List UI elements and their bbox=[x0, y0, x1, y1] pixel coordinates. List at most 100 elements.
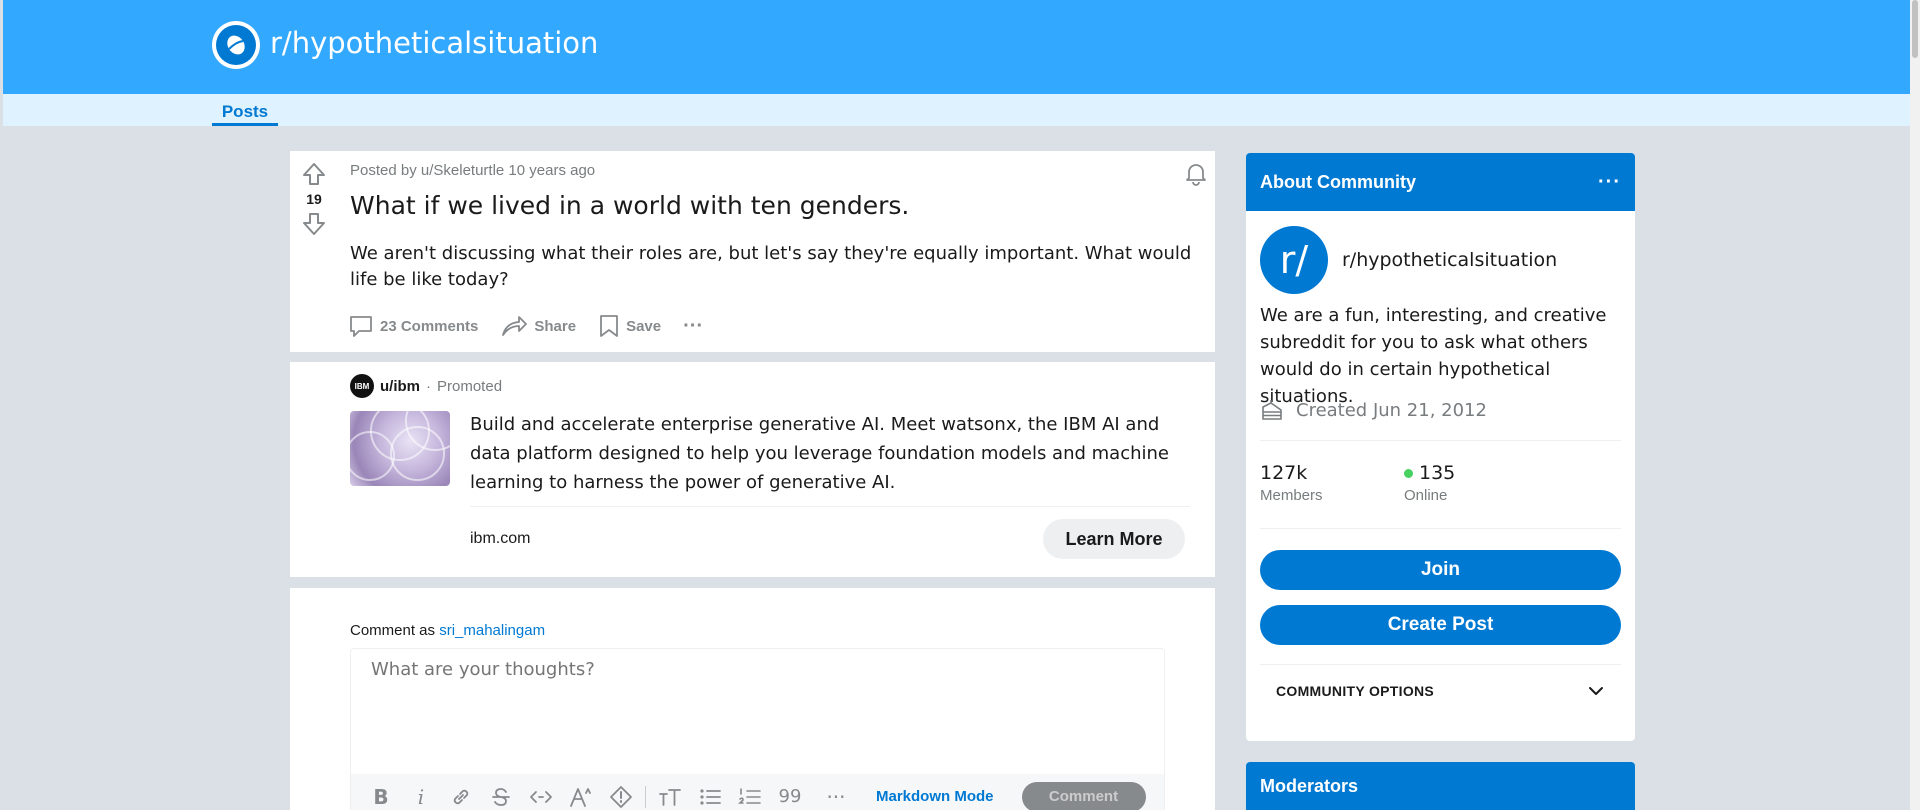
save-button[interactable]: Save bbox=[598, 313, 661, 339]
community-created: Created Jun 21, 2012 bbox=[1260, 398, 1487, 422]
about-community-card: About Community ··· r/ r/hypotheticalsit… bbox=[1246, 153, 1635, 741]
numbered-list-button[interactable] bbox=[730, 782, 770, 810]
members-label: Members bbox=[1260, 487, 1323, 504]
ad-domain[interactable]: ibm.com bbox=[470, 530, 530, 548]
ad-text[interactable]: Build and accelerate enterprise generati… bbox=[470, 410, 1190, 497]
comment-submit-button[interactable]: Comment bbox=[1021, 781, 1146, 810]
online-indicator-icon bbox=[1404, 468, 1413, 478]
comment-composer: Comment as sri_mahalingam B i bbox=[290, 588, 1215, 810]
community-description: We are a fun, interesting, and creative … bbox=[1260, 305, 1607, 407]
create-post-button[interactable]: Create Post bbox=[1260, 605, 1621, 645]
more-formatting-icon: ··· bbox=[826, 784, 846, 809]
comment-box: B i bbox=[350, 648, 1165, 810]
about-community-header: About Community ··· bbox=[1246, 153, 1635, 211]
bold-icon: B bbox=[373, 784, 389, 809]
ad-separator: · bbox=[426, 377, 431, 395]
code-icon bbox=[530, 790, 552, 803]
downvote-icon[interactable] bbox=[301, 211, 327, 237]
quote-block-button[interactable]: 99 bbox=[770, 782, 810, 810]
online-label: Online bbox=[1404, 487, 1448, 504]
vote-count: 19 bbox=[306, 191, 322, 207]
ibm-logo[interactable]: IBM bbox=[350, 374, 374, 398]
subreddit-nav bbox=[3, 94, 1920, 126]
post-card: 19 Posted by u/Skeleturtle 10 years ago … bbox=[290, 151, 1215, 352]
post-meta: Posted by u/Skeleturtle 10 years ago bbox=[350, 162, 596, 179]
about-community-title: About Community bbox=[1260, 171, 1416, 192]
ad-thumbnail[interactable] bbox=[350, 411, 450, 486]
community-options-label: COMMUNITY OPTIONS bbox=[1276, 683, 1435, 699]
community-name[interactable]: r/hypotheticalsituation bbox=[1342, 249, 1557, 271]
community-avatar[interactable]: r/ bbox=[1260, 226, 1328, 294]
more-options-button[interactable]: ··· bbox=[683, 315, 703, 338]
strikethrough-button[interactable] bbox=[481, 782, 521, 810]
subreddit-icon[interactable] bbox=[212, 21, 260, 69]
scrollbar-thumb[interactable] bbox=[1912, 0, 1918, 58]
bulleted-list-icon bbox=[700, 788, 721, 805]
share-label: Share bbox=[534, 317, 577, 335]
comments-label: 23 Comments bbox=[380, 317, 479, 335]
created-date: Created Jun 21, 2012 bbox=[1296, 399, 1487, 421]
markdown-mode-toggle[interactable]: Markdown Mode bbox=[876, 788, 994, 805]
chevron-down-icon bbox=[1589, 687, 1603, 695]
about-divider bbox=[1260, 440, 1621, 441]
share-button[interactable]: Share bbox=[500, 313, 576, 339]
learn-more-button[interactable]: Learn More bbox=[1043, 519, 1185, 559]
comment-input[interactable] bbox=[371, 659, 1131, 680]
quote-icon: 99 bbox=[778, 786, 802, 807]
link-button[interactable] bbox=[441, 782, 481, 810]
heading-icon bbox=[659, 788, 681, 806]
post-body: We aren't discussing what their roles ar… bbox=[350, 243, 1192, 290]
page-scrollbar[interactable] bbox=[1910, 0, 1920, 810]
inline-code-button[interactable] bbox=[521, 782, 561, 810]
bulleted-list-button[interactable] bbox=[690, 782, 730, 810]
bookmark-icon bbox=[600, 315, 618, 337]
community-options-toggle[interactable]: COMMUNITY OPTIONS bbox=[1260, 663, 1621, 719]
post-title[interactable]: What if we lived in a world with ten gen… bbox=[350, 191, 909, 220]
tab-posts[interactable]: Posts bbox=[212, 102, 278, 126]
ad-divider bbox=[470, 506, 1190, 507]
italic-button[interactable]: i bbox=[401, 782, 441, 810]
promoted-post-card: IBM u/ibm · Promoted Build and accelerat… bbox=[290, 362, 1215, 577]
more-formatting-button[interactable]: ··· bbox=[816, 782, 856, 810]
members-count: 127k bbox=[1260, 462, 1308, 484]
share-icon bbox=[502, 316, 528, 336]
upvote-icon[interactable] bbox=[301, 161, 327, 187]
comment-as-prefix: Comment as bbox=[350, 622, 436, 639]
more-options-icon: ··· bbox=[683, 314, 704, 337]
online-count: 135 bbox=[1419, 462, 1456, 484]
save-label: Save bbox=[626, 317, 662, 335]
online-stat: 135 Online bbox=[1404, 462, 1455, 504]
heading-button[interactable] bbox=[650, 782, 690, 810]
ad-header: IBM u/ibm · Promoted bbox=[350, 374, 502, 398]
comment-toolbar: B i 99 ··· Markdown Mode Comment bbox=[351, 774, 1164, 810]
comment-as: Comment as sri_mahalingam bbox=[350, 622, 545, 639]
comment-username[interactable]: sri_mahalingam bbox=[439, 622, 545, 639]
promoted-label: Promoted bbox=[437, 377, 503, 395]
join-button[interactable]: Join bbox=[1260, 550, 1621, 590]
comments-button[interactable]: 23 Comments bbox=[348, 313, 478, 339]
ad-username[interactable]: u/ibm bbox=[380, 378, 420, 395]
strikethrough-icon bbox=[492, 787, 510, 806]
comment-icon bbox=[350, 316, 372, 337]
notification-bell-icon[interactable] bbox=[1183, 160, 1209, 186]
bold-button[interactable]: B bbox=[361, 782, 401, 810]
moderators-card: Moderators bbox=[1246, 762, 1635, 810]
italic-icon: i bbox=[417, 784, 425, 809]
spoiler-button[interactable] bbox=[601, 782, 641, 810]
community-identity: r/ r/hypotheticalsituation bbox=[1260, 226, 1557, 294]
numbered-list-icon bbox=[738, 787, 761, 804]
superscript-button[interactable] bbox=[561, 782, 601, 810]
vote-column: 19 bbox=[290, 161, 338, 237]
spoiler-icon bbox=[610, 785, 632, 808]
link-icon bbox=[453, 789, 469, 804]
post-actions: 23 Comments Share Save ··· bbox=[348, 313, 725, 339]
members-stat: 127k Members bbox=[1260, 462, 1323, 504]
cake-icon bbox=[1262, 400, 1282, 420]
subreddit-banner: r/hypotheticalsituation bbox=[3, 0, 1920, 94]
moderators-title: Moderators bbox=[1260, 776, 1359, 796]
about-divider bbox=[1260, 528, 1621, 529]
planet-icon bbox=[227, 35, 245, 55]
about-more-icon[interactable]: ··· bbox=[1598, 171, 1621, 194]
subreddit-title: r/hypotheticalsituation bbox=[270, 26, 599, 60]
toolbar-divider bbox=[645, 785, 646, 808]
